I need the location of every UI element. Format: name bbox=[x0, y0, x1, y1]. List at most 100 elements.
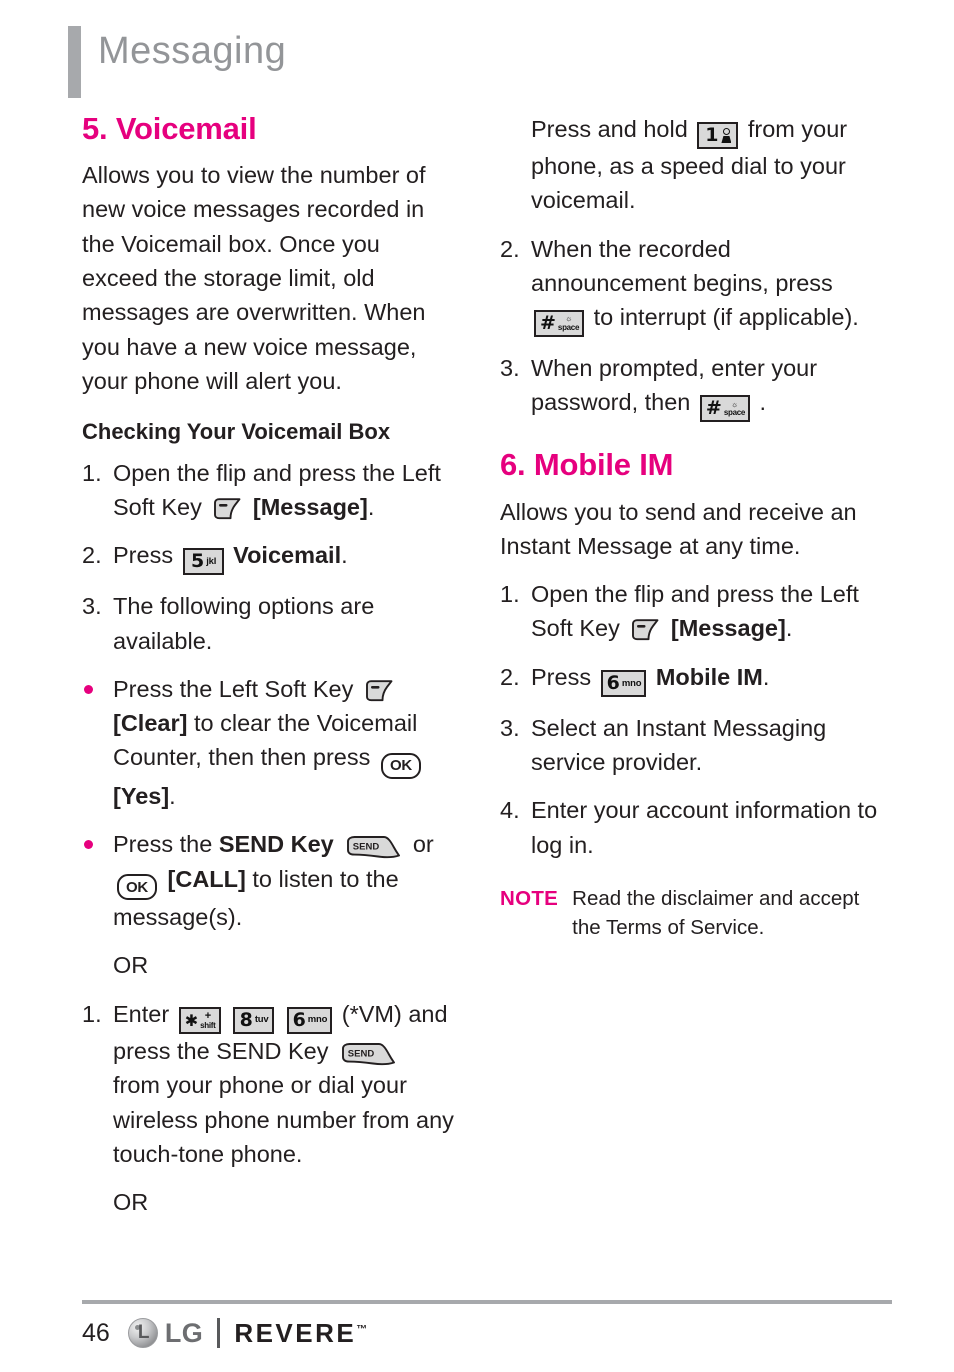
step-number: 3. bbox=[500, 714, 520, 741]
step-text-tail: . bbox=[341, 542, 348, 569]
step-bold-label: Mobile IM bbox=[655, 663, 763, 690]
step-number: 3. bbox=[500, 355, 520, 382]
lg-circle-mark-icon bbox=[127, 1318, 158, 1348]
subheading-checking-voicemail: Checking Your Voicemail Box bbox=[82, 419, 391, 445]
lg-revere-logo: LG REVERE™ bbox=[127, 1317, 367, 1348]
key-letters: mno bbox=[621, 677, 642, 689]
step-text: Press 5 jkl Voicemail. bbox=[113, 538, 454, 576]
send-key-icon: SEND bbox=[344, 834, 402, 860]
step-text: Enter ✱ + shift 8 tuv 6 mno (*VM) and press … bbox=[113, 997, 454, 1172]
key-letters: space bbox=[557, 322, 580, 332]
key-5-jkl-icon: 5 jkl bbox=[182, 548, 224, 576]
step-text: Enter your account information to log in… bbox=[531, 797, 878, 858]
step-text-after: to interrupt (if applicable). bbox=[593, 304, 859, 331]
bullet-bold-2: [Yes] bbox=[113, 782, 170, 809]
vm-shortcut-note: (*VM) bbox=[341, 1000, 402, 1027]
step-text: The following options are available. bbox=[113, 593, 375, 654]
model-name: REVERE bbox=[234, 1318, 357, 1348]
step-item: 2. Press 6 mno Mobile IM. bbox=[500, 660, 892, 697]
ok-key-icon: OK bbox=[117, 874, 157, 901]
bullet-text-part1: Press the Left Soft Key bbox=[113, 675, 354, 702]
key-6-mno-icon: 6 mno bbox=[600, 669, 647, 697]
right-column: Press and hold 1 from your phone, as a s… bbox=[500, 112, 892, 942]
step-item-continued: Press and hold 1 from your phone, as a s… bbox=[500, 112, 892, 218]
model-wordmark: REVERE™ bbox=[234, 1320, 367, 1346]
step-bold-label: [Message] bbox=[670, 615, 786, 642]
step-number: 4. bbox=[500, 797, 520, 824]
bullet-item: Press the SEND Key SEND or OK [CALL] to … bbox=[82, 827, 454, 934]
step-item: 2. When the recorded announcement begins… bbox=[500, 232, 892, 338]
bullet-text-part1: Press the bbox=[113, 831, 213, 858]
send-key-icon: SEND bbox=[339, 1041, 397, 1067]
key-hash-space-icon: # ☼ space bbox=[534, 310, 585, 338]
key-8-tuv-icon: 8 tuv bbox=[233, 1006, 275, 1034]
bullet-text-part3: to listen to the message(s). bbox=[113, 865, 399, 931]
step-text-before: Press bbox=[113, 542, 174, 569]
manual-page: Messaging 5. Voicemail Allows you to vie… bbox=[0, 0, 954, 1372]
step-number: 1. bbox=[500, 581, 520, 608]
key-digit: 8 bbox=[239, 1008, 253, 1031]
key-letters: mno bbox=[307, 1014, 328, 1026]
key-6-mno-icon: 6 mno bbox=[286, 1006, 333, 1034]
left-soft-key-icon bbox=[630, 617, 660, 641]
key-digit: 6 bbox=[292, 1008, 306, 1031]
page-footer: 46 LG REVERE™ bbox=[82, 1300, 892, 1348]
bullet-text-part2: or bbox=[412, 831, 434, 858]
key-digit: # bbox=[540, 312, 556, 335]
footer-content: 46 LG REVERE™ bbox=[82, 1318, 892, 1348]
page-header: Messaging bbox=[68, 26, 286, 98]
step-item: 1. Open the flip and press the Left Soft… bbox=[500, 577, 892, 646]
step-text-tail: . bbox=[367, 493, 375, 520]
step-item: 1. Enter ✱ + shift 8 tuv 6 mno (*VM) and pre… bbox=[82, 997, 454, 1172]
key-letters: tuv bbox=[254, 1014, 269, 1026]
lg-wordmark: LG bbox=[164, 1317, 204, 1348]
note-text: Read the disclaimer and accept the Terms… bbox=[572, 886, 860, 940]
key-digit: 1 bbox=[705, 124, 719, 146]
voicemail-glyph-icon bbox=[718, 128, 732, 143]
step-item: 1. Open the flip and press the Left Soft… bbox=[82, 456, 454, 525]
key-stack: ☼ space bbox=[722, 400, 745, 418]
bullet-text-tail: . bbox=[169, 782, 176, 809]
mobile-im-intro-paragraph: Allows you to send and receive an Instan… bbox=[500, 498, 857, 559]
step-text-after: from your phone or dial your wireless ph… bbox=[113, 1072, 454, 1168]
step-bold-label: Voicemail bbox=[233, 542, 342, 569]
step-number: 1. bbox=[82, 1000, 102, 1027]
key-digit: ✱ bbox=[184, 1010, 199, 1030]
step-number: 2. bbox=[500, 663, 520, 690]
bullet-dot-icon bbox=[82, 672, 113, 813]
step-number: 1. bbox=[82, 459, 102, 486]
bullet-item: Press the Left Soft Key [Clear] to clear… bbox=[82, 672, 454, 813]
step-text: Press 6 mno Mobile IM. bbox=[531, 660, 892, 697]
note-block: NOTE Read the disclaimer and accept the … bbox=[500, 884, 892, 942]
key-hash-space-icon: # ☼ space bbox=[699, 395, 751, 423]
step-item: 3. The following options are available. bbox=[82, 589, 454, 658]
step-text-before: Press bbox=[531, 663, 592, 690]
step-text-before: Enter bbox=[113, 1000, 170, 1027]
key-letters: shift bbox=[200, 1021, 216, 1031]
step-text: Press and hold 1 from your phone, as a s… bbox=[531, 112, 892, 218]
page-title: Messaging bbox=[98, 30, 287, 72]
step-text-tail: . bbox=[785, 615, 793, 642]
footer-divider bbox=[82, 1300, 892, 1304]
bullet-bold-1: [Clear] bbox=[113, 710, 188, 737]
key-digit: 6 bbox=[606, 671, 620, 694]
left-column: 5. Voicemail Allows you to view the numb… bbox=[82, 111, 454, 1234]
step-text: Open the flip and press the Left Soft Ke… bbox=[113, 456, 454, 525]
page-number: 46 bbox=[82, 1318, 110, 1347]
bullet-text: Press the SEND Key SEND or OK [CALL] to … bbox=[113, 827, 454, 934]
step-text-before: When the recorded announcement begins, p… bbox=[531, 235, 833, 296]
step-item: 2. Press 5 jkl Voicemail. bbox=[82, 538, 454, 576]
header-accent-bar bbox=[68, 26, 81, 98]
key-1-voicemail-icon: 1 bbox=[697, 122, 739, 149]
step-text-before: Press and hold bbox=[531, 116, 688, 142]
left-soft-key-icon bbox=[364, 678, 394, 702]
bullet-bold-2: [CALL] bbox=[167, 865, 246, 892]
note-label: NOTE bbox=[500, 886, 559, 910]
svg-text:SEND: SEND bbox=[353, 842, 380, 853]
step-number: 2. bbox=[500, 235, 520, 262]
logo-divider bbox=[217, 1318, 221, 1348]
step-text: Open the flip and press the Left Soft Ke… bbox=[531, 577, 892, 646]
section-heading-voicemail: 5. Voicemail bbox=[82, 111, 257, 146]
step-text-tail: . bbox=[762, 663, 770, 690]
key-digit: # bbox=[705, 397, 722, 420]
